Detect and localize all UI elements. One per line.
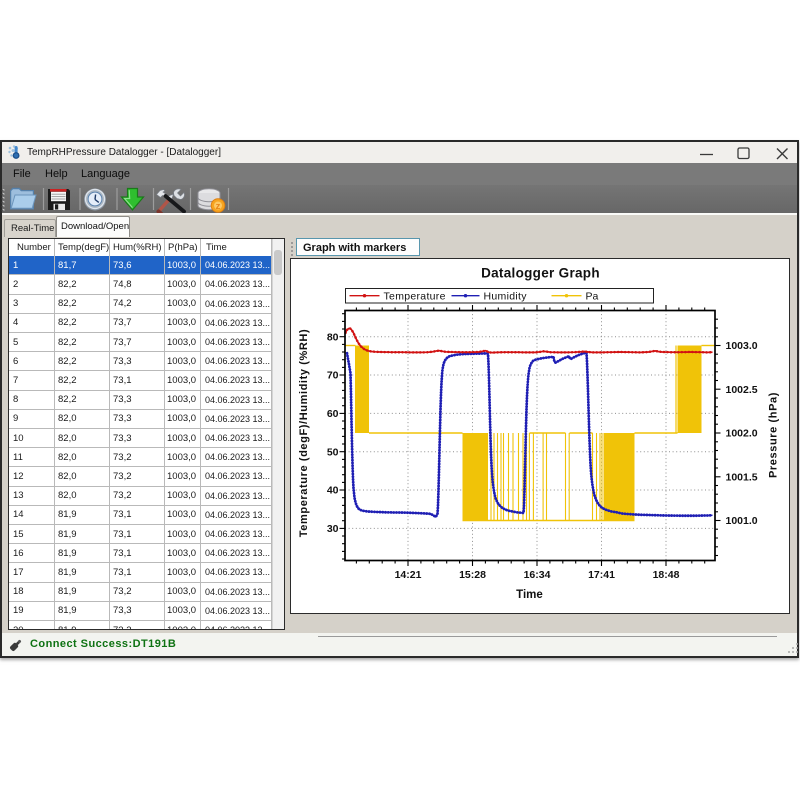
svg-text:17:41: 17:41 <box>588 569 615 581</box>
svg-text:30: 30 <box>326 523 338 535</box>
svg-text:50: 50 <box>326 446 338 458</box>
svg-text:Datalogger Graph: Datalogger Graph <box>481 266 600 281</box>
svg-text:1002.0: 1002.0 <box>725 428 757 440</box>
svg-text:80: 80 <box>326 331 338 343</box>
svg-text:70: 70 <box>326 370 338 382</box>
svg-text:Pressure (hPa): Pressure (hPa) <box>767 392 779 478</box>
svg-text:Humidity: Humidity <box>483 291 527 303</box>
svg-text:Time: Time <box>516 589 543 601</box>
svg-text:1001.0: 1001.0 <box>725 515 757 527</box>
svg-text:14:21: 14:21 <box>394 569 421 581</box>
svg-text:60: 60 <box>326 408 338 420</box>
svg-text:1002.5: 1002.5 <box>725 384 757 396</box>
svg-text:16:34: 16:34 <box>523 569 550 581</box>
svg-text:18:48: 18:48 <box>652 569 679 581</box>
svg-text:40: 40 <box>326 485 338 497</box>
svg-text:1001.5: 1001.5 <box>725 471 757 483</box>
svg-text:Temperature (degF)/Humidity (%: Temperature (degF)/Humidity (%RH) <box>298 329 310 537</box>
svg-text:Pa: Pa <box>585 291 598 303</box>
svg-text:1003.0: 1003.0 <box>725 340 757 352</box>
svg-text:z: z <box>216 201 221 212</box>
svg-text:Temperature: Temperature <box>383 291 445 303</box>
svg-text:15:28: 15:28 <box>459 569 486 581</box>
